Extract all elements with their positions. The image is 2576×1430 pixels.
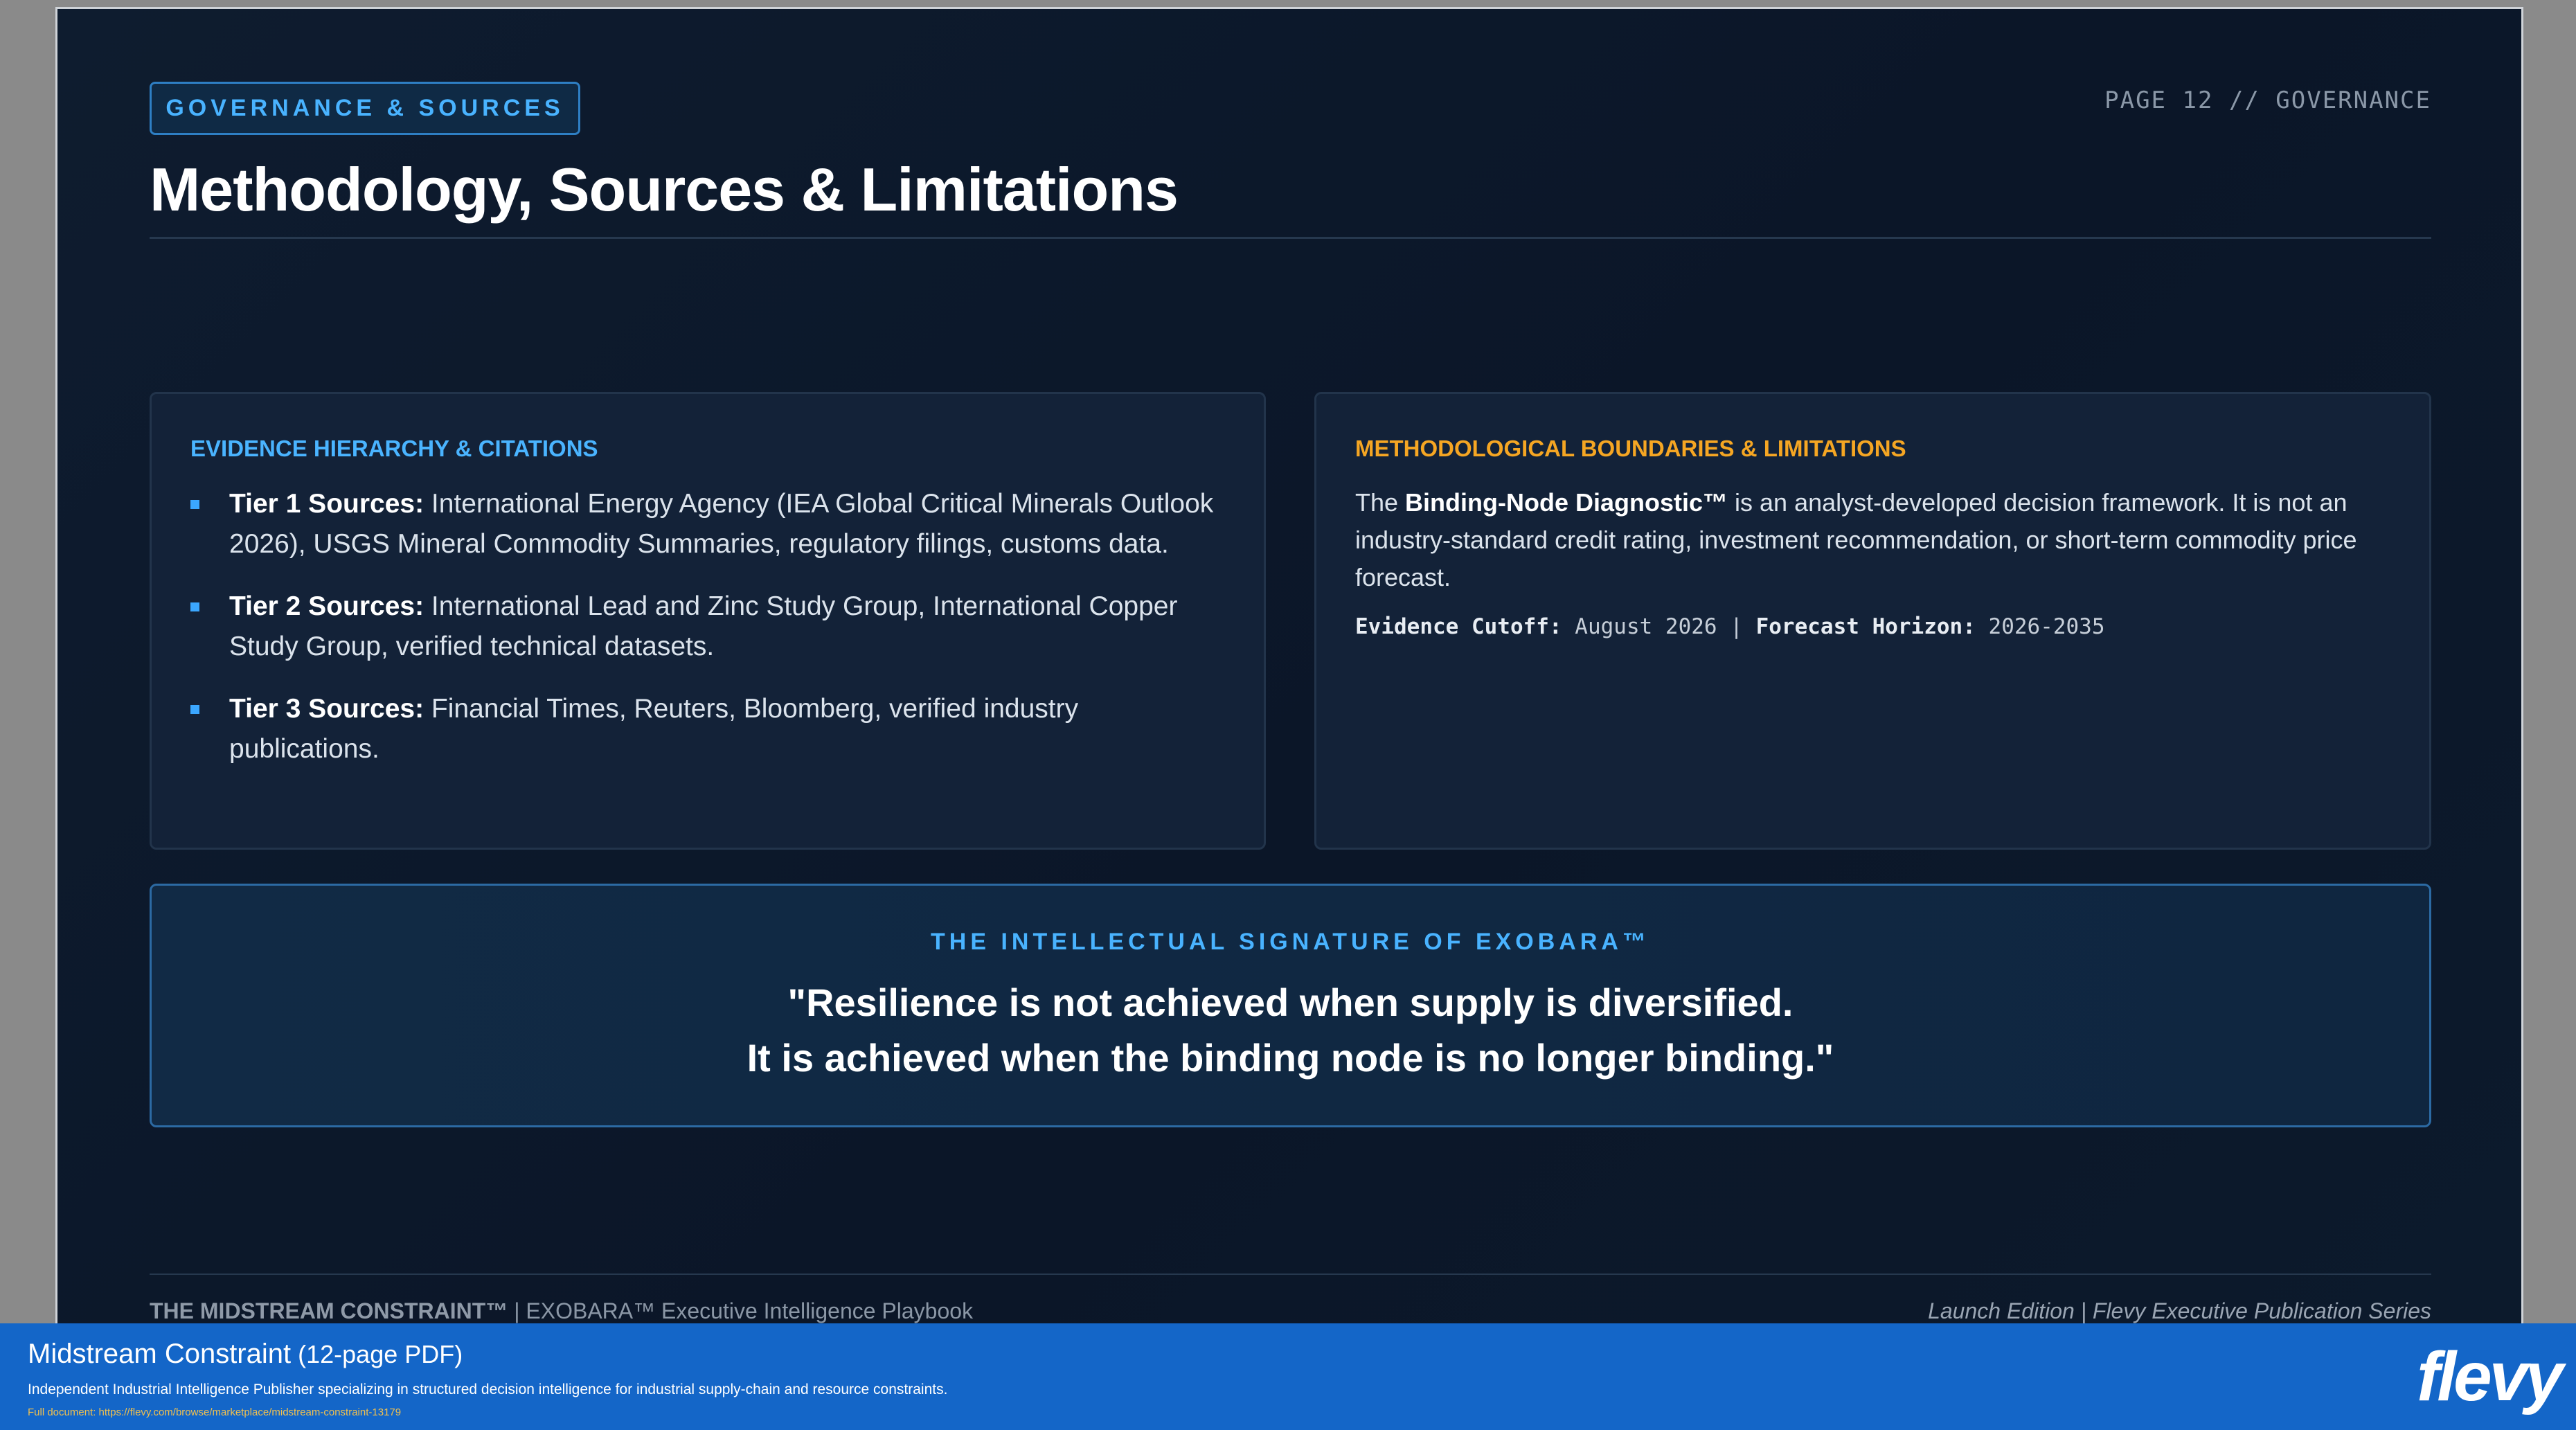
signature-heading: THE INTELLECTUAL SIGNATURE OF EXOBARA™ <box>931 929 1650 955</box>
footer-right: Launch Edition | Flevy Executive Publica… <box>1928 1298 2431 1323</box>
evidence-cutoff-line: Evidence Cutoff: August 2026 | Forecast … <box>1355 614 2390 639</box>
bullet-icon <box>190 602 199 611</box>
tier-label: Tier 2 Sources: <box>229 591 424 621</box>
footer-subtitle: | EXOBARA™ Executive Intelligence Playbo… <box>508 1298 974 1323</box>
limitations-card: METHODOLOGICAL BOUNDARIES & LIMITATIONS … <box>1314 392 2431 850</box>
footer-brand: THE MIDSTREAM CONSTRAINT™ <box>150 1298 508 1323</box>
flevy-logo[interactable]: flevy <box>2417 1337 2564 1417</box>
footer-left: THE MIDSTREAM CONSTRAINT™ | EXOBARA™ Exe… <box>150 1298 973 1324</box>
tier-item: Tier 2 Sources: International Lead and Z… <box>190 587 1225 667</box>
limitations-heading: METHODOLOGICAL BOUNDARIES & LIMITATIONS <box>1355 436 1906 461</box>
cutoff-label: Evidence Cutoff: <box>1355 614 1562 639</box>
evidence-card: EVIDENCE HIERARCHY & CITATIONS Tier 1 So… <box>150 392 1266 850</box>
tier-item: Tier 3 Sources: Financial Times, Reuters… <box>190 689 1225 769</box>
quote-line: "Resilience is not achieved when supply … <box>787 981 1794 1024</box>
tier-item: Tier 1 Sources: International Energy Age… <box>190 484 1225 564</box>
framework-name: Binding-Node Diagnostic™ <box>1405 488 1728 517</box>
quote-line: It is achieved when the binding node is … <box>746 1036 1834 1080</box>
evidence-heading: EVIDENCE HIERARCHY & CITATIONS <box>190 436 598 461</box>
tier-label: Tier 3 Sources: <box>229 694 424 724</box>
signature-box: THE INTELLECTUAL SIGNATURE OF EXOBARA™ "… <box>150 884 2431 1127</box>
page-title: Methodology, Sources & Limitations <box>150 155 1179 224</box>
document-name: Midstream Constraint <box>28 1339 292 1369</box>
signature-quote: "Resilience is not achieved when supply … <box>152 975 2429 1086</box>
tier-list: Tier 1 Sources: International Energy Age… <box>190 484 1225 769</box>
horizon-label: Forecast Horizon: <box>1755 614 1976 639</box>
footer-divider <box>150 1273 2431 1275</box>
banner-title: Midstream Constraint (12-page PDF) <box>28 1339 463 1370</box>
page-count: (12-page PDF) <box>291 1340 463 1368</box>
limitations-paragraph: The Binding-Node Diagnostic™ is an analy… <box>1355 484 2390 596</box>
tier-label: Tier 1 Sources: <box>229 489 424 519</box>
document-link[interactable]: Full document: https://flevy.com/browse/… <box>28 1406 401 1418</box>
slide: GOVERNANCE & SOURCES PAGE 12 // GOVERNAN… <box>55 7 2523 1352</box>
cutoff-value: August 2026 | <box>1562 614 1756 639</box>
section-tag: GOVERNANCE & SOURCES <box>150 82 580 135</box>
bullet-icon <box>190 705 199 714</box>
horizon-value: 2026-2035 <box>1975 614 2105 639</box>
page-label: PAGE 12 // GOVERNANCE <box>2104 87 2431 114</box>
title-divider <box>150 237 2431 239</box>
banner-description: Independent Industrial Intelligence Publ… <box>28 1382 948 1397</box>
para-text: The <box>1355 488 1406 517</box>
flevy-banner: Midstream Constraint (12-page PDF) Indep… <box>0 1323 2576 1430</box>
bullet-icon <box>190 500 199 509</box>
